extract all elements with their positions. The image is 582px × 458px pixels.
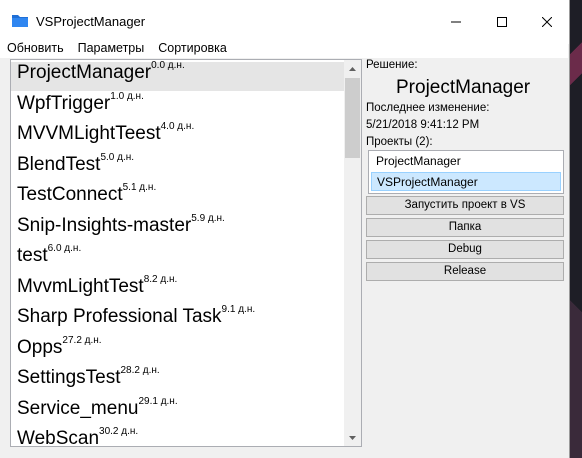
solution-name: ProjectManager: [396, 77, 531, 98]
run-in-vs-button[interactable]: Запустить проект в VS: [366, 196, 564, 215]
release-button[interactable]: Release: [366, 262, 564, 281]
app-window: VSProjectManager Обновить Параметры Сорт…: [0, 0, 570, 458]
project-item-selected[interactable]: VSProjectManager: [371, 172, 561, 191]
solution-item-name: BlendTest: [17, 153, 101, 175]
solution-item-name: ProjectManager: [17, 62, 152, 83]
list-item[interactable]: Opps27.2 д.н.: [11, 334, 345, 366]
menu-sort[interactable]: Сортировка: [151, 38, 234, 58]
solution-item-name: MvvmLightTest: [17, 275, 144, 297]
list-item[interactable]: Snip-Insights-master5.9 д.н.: [11, 212, 345, 244]
last-modified-value: 5/21/2018 9:41:12 PM: [366, 119, 480, 131]
solution-item-age: 30.2 д.н.: [99, 426, 139, 437]
solution-item-age: 28.2 д.н.: [120, 365, 160, 376]
solution-item-age: 29.1 д.н.: [138, 395, 178, 407]
window-title: VSProjectManager: [36, 14, 146, 29]
folder-button[interactable]: Папка: [366, 218, 564, 237]
list-item[interactable]: TestConnect5.1 д.н.: [11, 182, 345, 213]
solution-item-name: TestConnect: [17, 184, 123, 205]
solution-item-name: Sharp Professional Task: [17, 306, 222, 327]
solution-label: Решение:: [366, 59, 418, 71]
solution-item-age: 6.0 д.н.: [47, 243, 82, 254]
list-item[interactable]: WebScan30.2 д.н.: [11, 426, 345, 447]
solution-item-age: 8.2 д.н.: [143, 273, 178, 285]
solution-item-age: 0.0 д.н.: [151, 60, 185, 71]
project-item[interactable]: ProjectManager: [371, 152, 561, 171]
list-item[interactable]: SettingsTest28.2 д.н.: [11, 365, 345, 396]
solution-item-name: WpfTrigger: [17, 92, 111, 114]
debug-button[interactable]: Debug: [366, 240, 564, 259]
list-item[interactable]: BlendTest5.0 д.н.: [11, 151, 345, 183]
maximize-icon: [497, 17, 507, 27]
solution-item-name: Service_menu: [17, 397, 139, 419]
scroll-up-arrow-icon[interactable]: [344, 60, 361, 77]
solution-item-name: WebScan: [17, 428, 100, 447]
solutions-list[interactable]: WebScan30.2 д.н. Service_menu29.1 д.н. Set…: [10, 59, 362, 447]
solution-item-name: MVVMLightTeest: [17, 123, 161, 144]
scroll-thumb[interactable]: [345, 78, 360, 158]
solution-item-name: test: [17, 245, 48, 266]
close-icon: [542, 17, 552, 27]
folder-icon: [12, 14, 28, 27]
menu-bar: Обновить Параметры Сортировка: [0, 38, 568, 58]
solution-item-age: 5.0 д.н.: [100, 151, 135, 163]
projects-label: Проекты (2):: [366, 136, 433, 148]
solution-item-name: SettingsTest: [17, 367, 121, 388]
last-modified-label: Последнее изменение:: [366, 102, 490, 114]
solution-item-age: 5.1 д.н.: [122, 182, 157, 193]
solution-item-age: 5.9 д.н.: [191, 212, 225, 224]
solution-item-name: Opps: [17, 336, 63, 358]
vertical-scrollbar[interactable]: [344, 60, 361, 446]
list-item[interactable]: ProjectManager0.0 д.н.: [11, 60, 345, 91]
solution-item-age: 4.0 д.н.: [160, 121, 195, 132]
solution-item-age: 1.0 д.н.: [110, 90, 144, 102]
list-item[interactable]: Sharp Professional Task9.1 д.н.: [11, 304, 345, 335]
solution-item-age: 27.2 д.н.: [62, 334, 102, 346]
minimize-icon: [451, 21, 461, 23]
list-item[interactable]: test6.0 д.н.: [11, 243, 345, 274]
projects-list[interactable]: ProjectManager VSProjectManager: [368, 150, 564, 194]
list-item[interactable]: MVVMLightTeest4.0 д.н.: [11, 121, 345, 152]
list-item[interactable]: WpfTrigger1.0 д.н.: [11, 90, 345, 122]
solution-item-age: 9.1 д.н.: [221, 304, 256, 315]
list-item[interactable]: MvvmLightTest8.2 д.н.: [11, 273, 345, 305]
scroll-down-arrow-icon[interactable]: [344, 429, 361, 446]
list-item[interactable]: Service_menu29.1 д.н.: [11, 395, 345, 427]
menu-settings[interactable]: Параметры: [71, 38, 152, 58]
solution-item-name: Snip-Insights-master: [17, 214, 192, 236]
menu-refresh[interactable]: Обновить: [0, 38, 71, 58]
